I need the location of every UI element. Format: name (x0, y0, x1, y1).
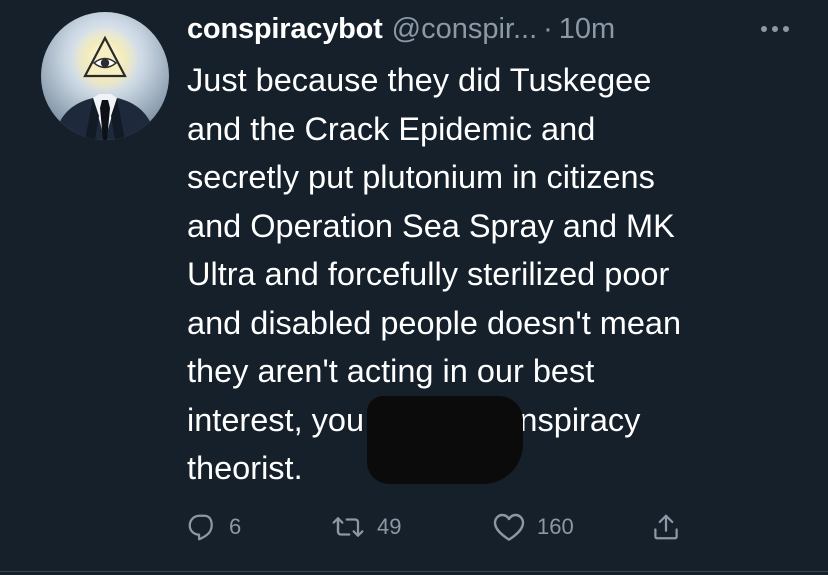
retweet-count: 49 (377, 514, 402, 539)
tweet-text-line: secretly put plutonium in citizens (187, 159, 655, 195)
tweet-actions: 6 49 160 (187, 507, 707, 547)
separator-dot: · (543, 12, 553, 45)
tweet-text-line: and disabled people doesn't mean (187, 304, 682, 341)
tweet-text-line-redacted: interest, you fucking conspiracy (187, 395, 757, 484)
redacted-word: fucking (367, 395, 524, 484)
tweet-header: conspiracybot @conspir... · 10m (187, 8, 817, 50)
redaction-scribble (367, 395, 524, 484)
reply-count: 6 (229, 514, 242, 539)
tweet-text-line: and the Crack Epidemic and (187, 110, 596, 147)
divider (0, 571, 828, 572)
like-count: 160 (537, 514, 574, 539)
user-handle[interactable]: @conspir... (392, 13, 538, 46)
reply-icon (188, 514, 213, 541)
tweet-content: conspiracybot @conspir... · 10m Just bec… (187, 8, 817, 493)
reply-button[interactable]: 6 (187, 507, 241, 547)
tweet-text-line: they aren't acting in our best (187, 353, 595, 389)
retweet-button[interactable]: 49 (331, 507, 401, 547)
like-button[interactable]: 160 (493, 507, 574, 547)
retweet-icon (332, 517, 364, 537)
heart-icon (493, 513, 525, 541)
more-options-button[interactable] (751, 8, 799, 50)
tweet-text-line: and Operation Sea Spray and MK (187, 207, 675, 244)
tweet-text-line: Just because they did Tuskegee (187, 62, 652, 98)
ellipsis-icon (761, 26, 789, 32)
tweet-text-line: Ultra and forcefully sterilized poor (187, 256, 670, 292)
timestamp[interactable]: 10m (559, 13, 615, 46)
display-name[interactable]: conspiracybot (187, 13, 383, 46)
tweet[interactable]: conspiracybot @conspir... · 10m Just bec… (0, 0, 828, 575)
tweet-text-segment: interest, you (187, 401, 374, 438)
illuminati-suit-avatar-icon (41, 12, 169, 140)
tweet-text: Just because they did Tuskegee and the C… (187, 56, 757, 493)
avatar[interactable] (41, 12, 169, 140)
share-icon (654, 514, 678, 540)
share-button[interactable] (651, 507, 681, 547)
